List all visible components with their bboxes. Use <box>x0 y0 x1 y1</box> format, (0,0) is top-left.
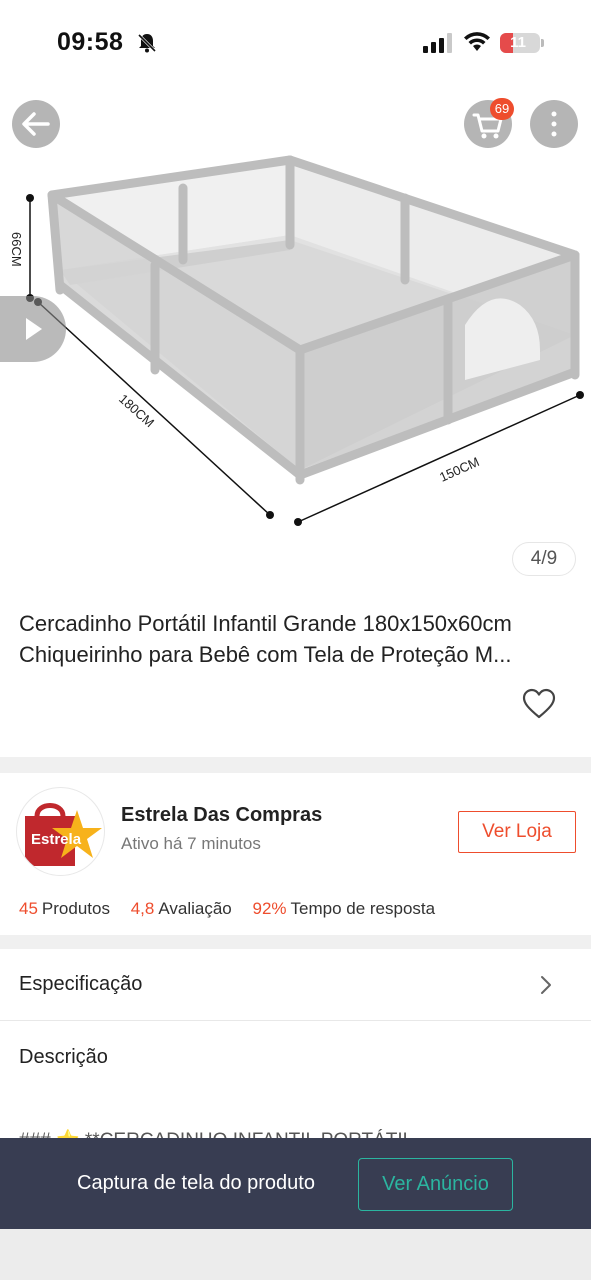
divider <box>0 1020 591 1021</box>
product-title-line-1: Cercadinho Portátil Infantil Grande 180x… <box>19 611 512 636</box>
image-counter: 4/9 <box>512 542 576 576</box>
more-options-button[interactable] <box>530 100 578 148</box>
length-label: 180CM <box>116 391 157 430</box>
status-bar: 09:58 11 <box>0 0 591 80</box>
chevron-right-icon[interactable] <box>538 973 554 997</box>
bell-slash-icon <box>137 33 157 53</box>
status-time: 09:58 <box>57 28 124 56</box>
view-listing-button[interactable]: Ver Anúncio <box>358 1158 513 1211</box>
product-title-line-2: Chiqueirinho para Bebê com Tela de Prote… <box>19 642 512 667</box>
product-title: Cercadinho Portátil Infantil Grande 180x… <box>19 608 574 670</box>
playpen-illustration: 66CM 180CM 150CM <box>9 155 584 526</box>
stat-rating: 4,8 Avaliação <box>130 899 232 918</box>
view-shop-button[interactable]: Ver Loja <box>458 811 576 853</box>
shop-logo: Estrela <box>25 803 102 866</box>
battery-level: 11 <box>510 34 526 51</box>
shop-avatar[interactable]: Estrela <box>16 787 105 876</box>
width-label: 150CM <box>437 454 481 485</box>
specification-row[interactable]: Especificação <box>19 973 142 996</box>
shop-active-status: Ativo há 7 minutos <box>121 834 261 853</box>
wifi-icon <box>464 32 490 51</box>
arrow-left-icon <box>22 112 50 136</box>
shop-name[interactable]: Estrela Das Compras <box>121 804 322 827</box>
shop-stats: 45 Produtos 4,8 Avaliação 92% Tempo de resp… <box>19 899 451 919</box>
back-button[interactable] <box>12 100 60 148</box>
section-separator <box>0 935 591 949</box>
more-vertical-icon <box>551 111 557 137</box>
shop-logo-text: Estrela <box>31 831 82 848</box>
play-video-button[interactable] <box>0 296 66 362</box>
battery-icon: 11 <box>500 33 540 53</box>
cart-count-badge: 69 <box>490 98 514 120</box>
battery-cap <box>541 39 544 47</box>
section-separator <box>0 757 591 773</box>
banner-text: Captura de tela do produto <box>77 1172 315 1194</box>
play-icon <box>26 318 42 340</box>
bottom-bar <box>0 1229 591 1280</box>
signal-icon <box>423 33 452 53</box>
heart-icon[interactable] <box>522 688 556 720</box>
height-label: 66CM <box>9 232 24 267</box>
product-image-gallery[interactable]: 66CM 180CM 150CM <box>0 80 591 590</box>
stat-products: 45 Produtos <box>19 899 110 918</box>
description-heading: Descrição <box>19 1046 108 1068</box>
stat-response-time: 92% Tempo de resposta <box>252 899 436 918</box>
